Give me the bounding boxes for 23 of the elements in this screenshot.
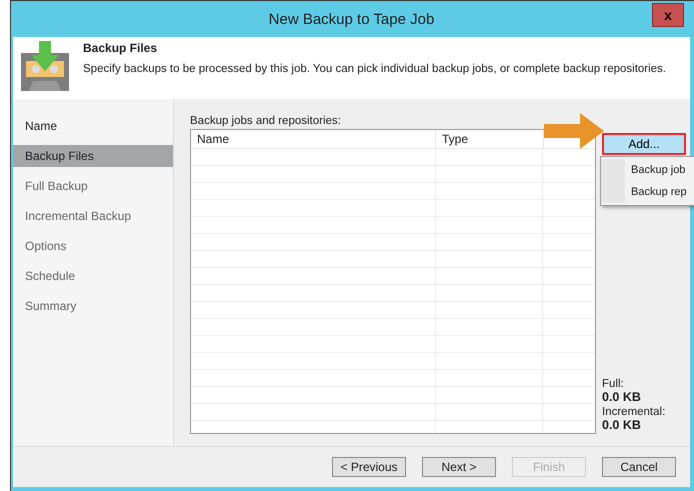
sidebar-item[interactable]: Summary <box>13 295 173 317</box>
column-header[interactable]: Name <box>191 130 436 148</box>
wizard-button[interactable]: Cancel <box>602 457 676 477</box>
step-title: Backup Files <box>83 41 158 55</box>
add-button[interactable]: Add... <box>602 133 686 155</box>
sidebar-item[interactable]: Incremental Backup <box>13 205 173 227</box>
total-label: Full: <box>602 378 625 390</box>
total-value: 0.0 KB <box>602 390 642 404</box>
arrow-icon <box>544 113 604 149</box>
table-label: Backup jobs and repositories: <box>190 115 342 127</box>
total-label: Incremental: <box>602 406 666 418</box>
sidebar-item[interactable]: Schedule <box>13 265 173 287</box>
wizard-button[interactable]: < Previous <box>332 457 406 477</box>
close-button[interactable]: x <box>652 3 684 27</box>
sidebar-item[interactable]: Full Backup <box>13 175 173 197</box>
window-title: New Backup to Tape Job <box>268 10 434 28</box>
total-value: 0.0 KB <box>602 418 642 432</box>
wizard-button[interactable]: Next > <box>422 457 496 477</box>
sidebar-item[interactable]: Backup Files <box>13 145 173 167</box>
step-description: Specify backups to be processed by this job. You can pick individual backup jobs, or complete backup repositories. <box>83 63 666 75</box>
sidebar-item[interactable]: Name <box>13 115 173 137</box>
tape-download-icon <box>19 41 71 93</box>
sidebar-item[interactable]: Options <box>13 235 173 257</box>
